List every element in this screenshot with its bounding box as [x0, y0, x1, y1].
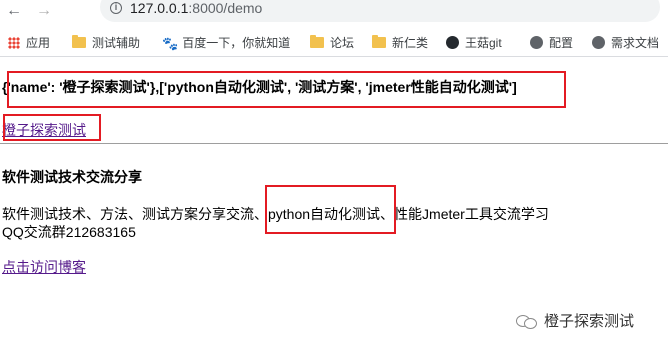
- horizontal-rule: [0, 143, 668, 144]
- folder-icon: [72, 35, 86, 48]
- apps-grid-icon: [8, 37, 20, 49]
- bookmark-baidu[interactable]: 🐾 百度一下，你就知道: [162, 34, 290, 52]
- wechat-icon: [516, 313, 538, 329]
- bookmark-test-helper[interactable]: 测试辅助: [72, 34, 140, 51]
- github-icon: [446, 36, 459, 49]
- folder-icon: [372, 35, 386, 48]
- bookmark-label: 百度一下，你就知道: [182, 36, 291, 50]
- globe-icon: [592, 36, 605, 49]
- watermark: 橙子探索测试: [516, 310, 634, 331]
- bookmark-requirements[interactable]: 需求文档: [592, 34, 659, 51]
- bookmark-apps[interactable]: 应用: [8, 34, 50, 51]
- bookmark-label: 新仁类: [392, 36, 429, 50]
- watermark-text: 橙子探索测试: [544, 313, 635, 330]
- page-content: {'name': '橙子探索测试'},['python自动化测试', '测试方案…: [0, 57, 668, 350]
- address-bar[interactable]: i 127.0.0.1:8000/demo: [100, 0, 660, 22]
- qq-group-text: QQ交流群212683165: [2, 224, 136, 240]
- bookmark-label: 王菇git: [465, 36, 502, 50]
- highlight-box-python: [265, 185, 396, 234]
- highlight-box-link: [3, 114, 101, 141]
- section-heading: 软件测试技术交流分享: [2, 169, 142, 185]
- desc-part-1: 软件测试技术、方法、测试方案分享交流、: [2, 206, 268, 222]
- baidu-paw-icon: 🐾: [162, 36, 179, 51]
- bookmarks-bar: 应用 测试辅助 🐾 百度一下，你就知道 论坛 新仁类 王菇git 配置 需求文档: [0, 26, 668, 57]
- url-path: :8000/demo: [188, 0, 263, 16]
- back-arrow-icon[interactable]: ←: [6, 2, 22, 20]
- blog-link[interactable]: 点击访问博客: [2, 257, 86, 277]
- desc-part-2: 、性能Jmeter工具交流学习: [380, 206, 549, 222]
- bookmark-label: 测试辅助: [92, 36, 141, 50]
- bookmark-github[interactable]: 王菇git: [446, 34, 502, 51]
- forward-arrow-icon[interactable]: →: [36, 2, 52, 20]
- bookmark-config[interactable]: 配置: [530, 34, 573, 51]
- info-icon[interactable]: i: [110, 2, 122, 14]
- bookmark-label: 配置: [549, 36, 574, 50]
- bookmark-label: 应用: [26, 36, 51, 50]
- url-text[interactable]: 127.0.0.1:8000/demo: [130, 0, 262, 16]
- bookmark-label: 需求文档: [611, 36, 660, 50]
- globe-icon: [530, 36, 543, 49]
- bookmark-forum[interactable]: 论坛: [310, 34, 354, 51]
- url-host: 127.0.0.1: [130, 0, 189, 16]
- bookmark-xinren[interactable]: 新仁类: [372, 34, 428, 51]
- folder-icon: [310, 35, 324, 48]
- browser-toolbar: ← → i 127.0.0.1:8000/demo: [0, 0, 668, 24]
- bookmark-label: 论坛: [330, 36, 355, 50]
- highlight-box-dict: [7, 71, 566, 108]
